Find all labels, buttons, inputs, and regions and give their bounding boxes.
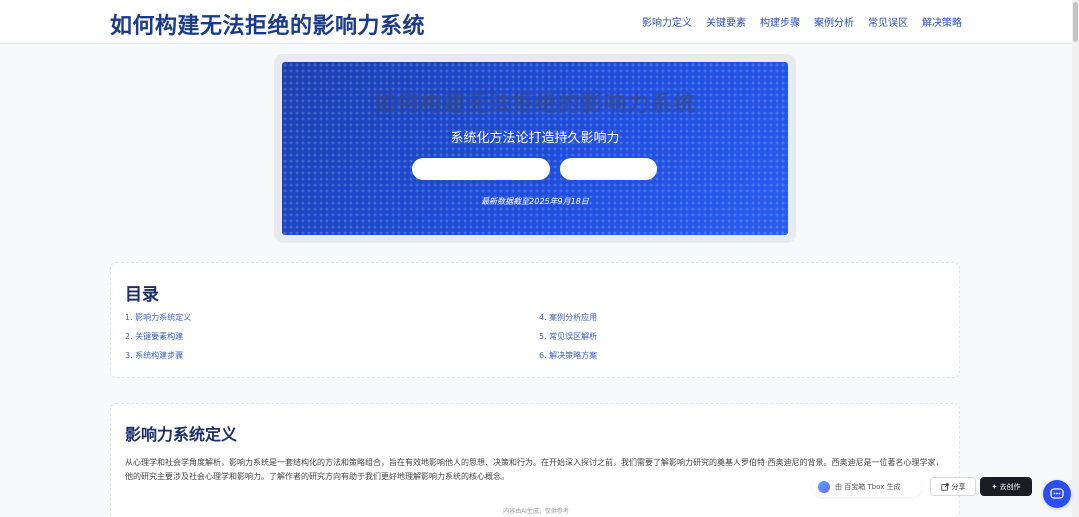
tbox-label: 由 百宝箱 Tbox 生成	[835, 483, 901, 491]
hero-banner: 如何构建无法拒绝的影响力系统 系统化方法论打造持久影响力 最新数据截至2025年…	[282, 62, 788, 235]
chat-icon	[1050, 488, 1064, 499]
toc-item-6[interactable]: 6. 解决策略方案	[539, 350, 597, 361]
toc-heading: 目录	[125, 285, 159, 305]
toc-item-2[interactable]: 2. 关键要素构建	[125, 331, 183, 342]
hero-subtitle: 系统化方法论打造持久影响力	[450, 131, 620, 146]
site-title: 如何构建无法拒绝的影响力系统	[110, 14, 426, 39]
section-heading: 影响力系统定义	[125, 425, 238, 444]
scrollbar-thumb[interactable]	[1073, 2, 1078, 42]
top-nav: 影响力定义 关键要素 构建步骤 案例分析 常见误区 解决策略	[642, 14, 962, 29]
nav-link-elements[interactable]: 关键要素	[706, 14, 746, 29]
page-scrollbar[interactable]	[1072, 0, 1079, 517]
create-button[interactable]: ✦ 去创作	[980, 477, 1032, 496]
nav-link-mistakes[interactable]: 常见误区	[868, 14, 908, 29]
ai-disclaimer: 内容由AI生成，仅供参考	[503, 508, 569, 515]
top-header: 如何构建无法拒绝的影响力系统 影响力定义 关键要素 构建步骤 案例分析 常见误区…	[0, 0, 1072, 44]
nav-link-solutions[interactable]: 解决策略	[922, 14, 962, 29]
share-icon	[940, 482, 949, 491]
toc-item-1[interactable]: 1. 影响力系统定义	[125, 312, 191, 323]
nav-link-steps[interactable]: 构建步骤	[760, 14, 800, 29]
toc-item-3[interactable]: 3. 系统构建步骤	[125, 350, 183, 361]
hero-title: 如何构建无法拒绝的影响力系统	[373, 92, 696, 117]
share-button[interactable]: 分享	[930, 477, 976, 496]
tbox-logo-icon	[818, 481, 830, 493]
table-of-contents: 目录 1. 影响力系统定义 2. 关键要素构建 3. 系统构建步骤 4. 案例分…	[110, 262, 960, 378]
hero-secondary-button[interactable]	[560, 158, 657, 180]
toc-item-5[interactable]: 5. 常见误区解析	[539, 331, 597, 342]
hero-date-note: 最新数据截至2025年9月18日	[481, 197, 589, 206]
share-label: 分享	[951, 482, 966, 491]
create-label: ✦ 去创作	[991, 482, 1021, 491]
hero-primary-button[interactable]	[412, 158, 550, 180]
tbox-badge[interactable]: 由 百宝箱 Tbox 生成	[812, 477, 922, 497]
toc-item-4[interactable]: 4. 案例分析应用	[539, 312, 597, 323]
nav-link-cases[interactable]: 案例分析	[814, 14, 854, 29]
chat-button[interactable]	[1043, 480, 1071, 508]
definition-section: 影响力系统定义 从心理学和社会学角度解析，影响力系统是一套结构化的方法和策略组合…	[110, 403, 960, 517]
nav-link-definition[interactable]: 影响力定义	[642, 14, 692, 29]
